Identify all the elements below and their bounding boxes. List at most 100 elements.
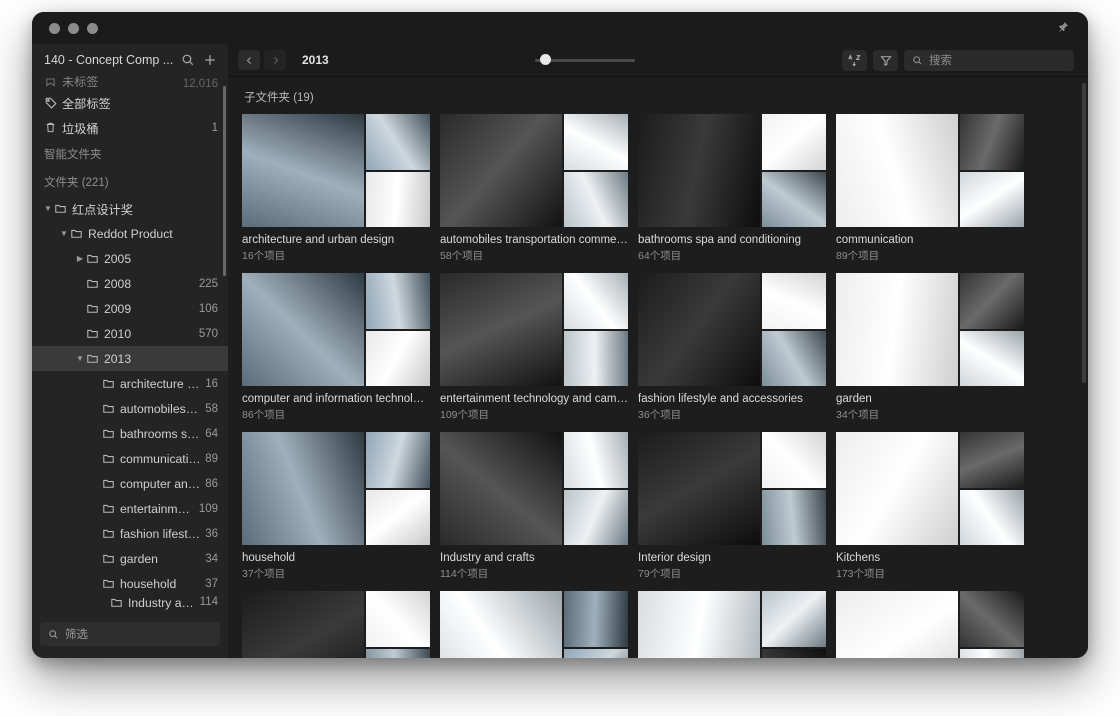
thumbnail-image [366,114,430,170]
folder-card[interactable]: Interior design 79个项目 [638,432,826,581]
sidebar-scroll-area[interactable]: 未标签 12,016 全部标签 垃圾桶 1 智能文件夹 文件夹 (221) ▼ … [32,76,228,617]
folder-thumbnail[interactable] [836,114,1024,227]
filter-input[interactable]: 筛选 [40,622,220,646]
sidebar-item-count: 58 [205,402,218,415]
thumbnail-primary [242,114,364,227]
sidebar-item-all-tags[interactable]: 全部标签 [32,90,228,115]
folder-thumbnail[interactable] [836,591,1024,658]
folder-card[interactable]: automobiles transportation commer... 58个项… [440,114,628,263]
sidebar-item-2008[interactable]: 2008 225 [32,271,228,296]
chevron-down-icon[interactable]: ▼ [42,204,54,213]
forward-button[interactable] [264,50,286,70]
folder-card[interactable]: entertainment technology and camera 109个项… [440,273,628,422]
folder-thumbnail[interactable] [242,114,430,227]
sidebar-item-[interactable]: ▼ 红点设计奖 [32,196,228,221]
folder-card[interactable]: Kitchens 173个项目 [836,432,1024,581]
sidebar-item-count: 16 [205,377,218,390]
search-placeholder: 搜索 [929,55,952,67]
folder-thumbnail[interactable] [836,432,1024,545]
thumbnail-image [762,648,826,658]
zoom-slider-knob[interactable] [539,54,551,65]
folder-card[interactable]: architecture and urban design 16个项目 [242,114,430,263]
folder-card[interactable]: garden 34个项目 [836,273,1024,422]
folder-card[interactable]: household 37个项目 [242,432,430,581]
content-area[interactable]: 子文件夹 (19) architecture and urban design 1… [228,77,1088,658]
folder-icon [70,227,88,240]
library-title[interactable]: 140 - Concept Comp ... [44,53,174,67]
sidebar-item-label: 2005 [104,251,132,266]
thumbnail-side [762,114,826,227]
sidebar-item-communication[interactable]: communication 89 [32,446,228,471]
pin-icon[interactable] [1056,21,1070,35]
sidebar-item-label: 全部标签 [62,96,111,111]
folder-thumbnail[interactable] [440,591,628,658]
content-scrollbar[interactable] [1082,83,1086,383]
plus-icon[interactable] [202,52,218,68]
folder-card[interactable]: Industry and crafts 114个项目 [440,432,628,581]
folder-thumbnail[interactable] [638,114,826,227]
sidebar-item-2010[interactable]: 2010 570 [32,321,228,346]
search-icon[interactable] [180,52,196,68]
minimize-button[interactable] [68,22,79,34]
folder-thumbnail[interactable] [638,591,826,658]
folder-thumbnail[interactable] [440,114,628,227]
sidebar-item-fashion-lifestyle[interactable]: fashion lifestyle ...36 [32,521,228,546]
sidebar-item-industry-and-crafts[interactable]: Industry and craf... 114 [32,596,228,612]
sidebar-item-2005[interactable]: ▶ 2005 [32,246,228,271]
sidebar-item-bathrooms-spa-a[interactable]: bathrooms spa a...64 [32,421,228,446]
search-input[interactable]: 搜索 [904,49,1074,71]
thumbnail-image [638,432,760,545]
sidebar-item-trash[interactable]: 垃圾桶 1 [32,115,228,140]
thumbnail-primary [440,273,562,386]
sidebar-item-label: 2008 [104,276,132,291]
chevron-right-icon[interactable]: ▶ [74,254,86,263]
thumbnail-secondary [564,591,628,647]
folder-thumbnail[interactable] [440,432,628,545]
sidebar-item-count: 12,016 [182,78,218,90]
chevron-down-icon[interactable]: ▼ [74,354,86,363]
folder-card[interactable] [836,591,1024,658]
sidebar-item-entertainment-te[interactable]: entertainment te...109 [32,496,228,521]
sidebar-item-automobiles-tran[interactable]: automobiles tran...58 [32,396,228,421]
folder-card[interactable] [638,591,826,658]
folder-card[interactable] [242,591,430,658]
sidebar-item-architecture-and[interactable]: architecture and ...16 [32,371,228,396]
back-button[interactable] [238,50,260,70]
folder-thumbnail[interactable] [440,273,628,386]
folder-thumbnail[interactable] [242,273,430,386]
sidebar-item-untagged[interactable]: 未标签 12,016 [32,76,228,90]
folder-card[interactable] [440,591,628,658]
folder-thumbnail[interactable] [638,273,826,386]
funnel-icon[interactable] [873,49,898,71]
sidebar-item-household[interactable]: household 37 [32,571,228,596]
sidebar-item-garden[interactable]: garden 34 [32,546,228,571]
thumbnail-tertiary [960,648,1024,658]
breadcrumb[interactable]: 2013 [302,53,329,67]
folder-card[interactable]: communication 89个项目 [836,114,1024,263]
sidebar-item-reddot-product[interactable]: ▼ Reddot Product [32,221,228,246]
folder-card-count: 16个项目 [242,250,286,262]
thumbnail-image [366,330,430,386]
maximize-button[interactable] [87,22,98,34]
folder-card[interactable]: bathrooms spa and conditioning 64个项目 [638,114,826,263]
folder-thumbnail[interactable] [836,273,1024,386]
toolbar: 2013 搜索 [228,44,1088,77]
folder-card[interactable]: fashion lifestyle and accessories 36个项目 [638,273,826,422]
folder-thumbnail[interactable] [242,591,430,658]
folder-card-title: communication [836,234,914,246]
thumbnail-side [564,273,628,386]
sidebar-item-label: computer and in... [120,476,205,491]
zoom-slider[interactable] [535,53,636,67]
sort-az-icon[interactable] [842,49,867,71]
sidebar-item-computer-and-in[interactable]: computer and in...86 [32,471,228,496]
close-button[interactable] [49,22,60,34]
sidebar-item-label: Reddot Product [88,226,173,241]
chevron-down-icon[interactable]: ▼ [58,229,70,238]
thumbnail-primary [440,432,562,545]
sidebar-item-2013[interactable]: ▼ 2013 [32,346,228,371]
folder-thumbnail[interactable] [242,432,430,545]
folder-thumbnail[interactable] [638,432,826,545]
folder-card[interactable]: computer and information technology 86个项目 [242,273,430,422]
thumbnail-image [960,591,1024,647]
sidebar-item-2009[interactable]: 2009 106 [32,296,228,321]
